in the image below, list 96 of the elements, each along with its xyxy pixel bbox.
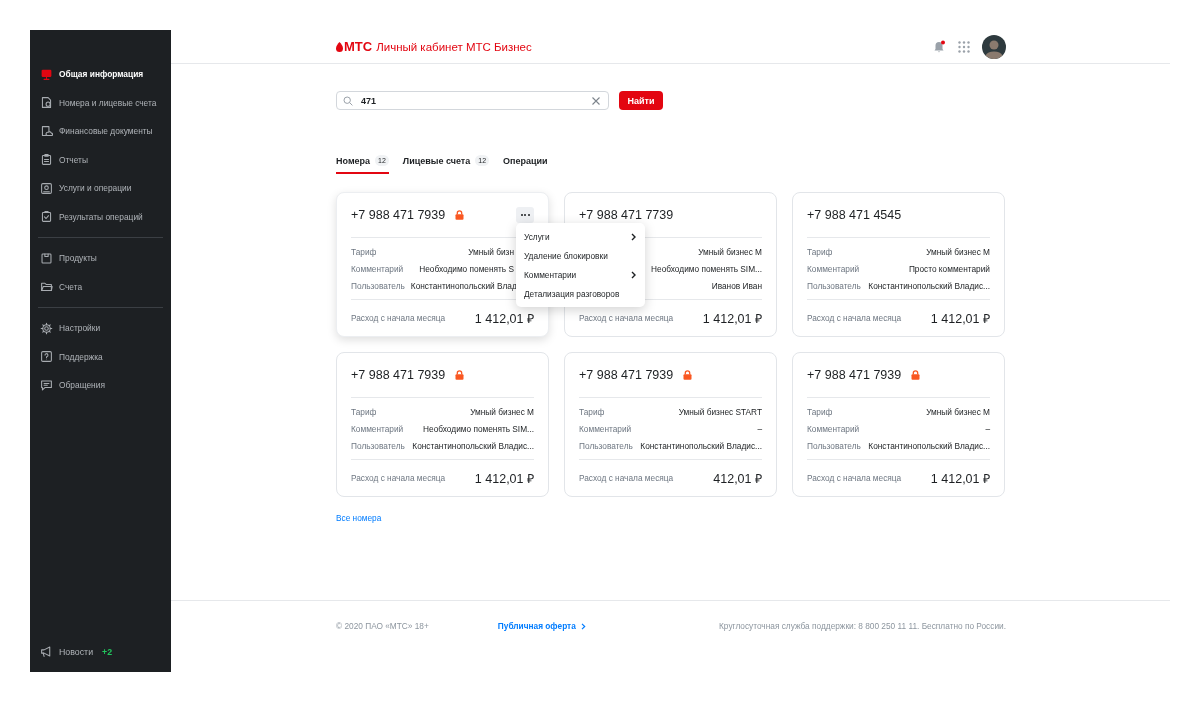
logo[interactable]: МТС (336, 39, 373, 54)
search-button[interactable]: Найти (619, 91, 663, 110)
field-value: Просто комментарий (908, 263, 990, 274)
field-value: Иванов Иван (711, 280, 762, 291)
field-label: Комментарий (579, 423, 632, 434)
number-card[interactable]: +7 988 471 4545 Тариф Умный бизнес М Комментарий Просто комментарий Пользователь Константинопольский Владис... Расход с начала месяца 1 412,01 ₽ (792, 192, 1005, 337)
phone-number: +7 988 471 7939 (351, 208, 446, 222)
expense-label: Расход с начала месяца (579, 313, 674, 323)
field-value: Константинопольский Владис... (868, 280, 990, 291)
field-label: Тариф (807, 246, 833, 257)
help-icon (40, 350, 53, 364)
field-label: Комментарий (351, 423, 404, 434)
field-label: Пользователь (807, 280, 861, 291)
sidebar-item[interactable]: Финансовые документы (30, 117, 171, 146)
field-value: Умный бизнес М (698, 246, 762, 257)
field-label: Пользователь (351, 440, 405, 451)
chat-icon (40, 378, 53, 392)
expense-amount: 1 412,01 ₽ (474, 470, 534, 487)
sidebar-item[interactable]: Результаты операций (30, 202, 171, 231)
clear-icon[interactable] (591, 95, 601, 106)
number-card[interactable]: +7 988 471 7939 Тариф Умный бизнес М Комментарий – Пользователь Константинопольский Владис... Расход с начала месяца 1 412,01 ₽ (792, 352, 1005, 497)
expense-amount: 1 412,01 ₽ (930, 470, 990, 487)
avatar[interactable] (982, 34, 1006, 59)
field-label: Пользователь (351, 280, 405, 291)
apps-grid-icon[interactable] (958, 40, 970, 53)
megaphone-icon (40, 645, 53, 658)
field-value: Умный бизн (468, 246, 514, 257)
phone-number: +7 988 471 7939 (807, 368, 902, 382)
public-offer-link[interactable]: Публичная оферта (497, 621, 586, 631)
field-label: Комментарий (807, 263, 860, 274)
number-card[interactable]: +7 988 471 7939 Тариф Умный бизнес М Комментарий Необходимо поменять SIM... Пользователь Константинопольский Владис... Расход с начала месяца 1 412,01 ₽ (336, 352, 549, 497)
phone-document-icon (40, 96, 53, 110)
phone-number: +7 988 471 7939 (351, 368, 446, 382)
expense-label: Расход с начала месяца (351, 473, 446, 483)
expense-amount: 412,01 ₽ (713, 470, 762, 487)
folder-icon (40, 280, 53, 294)
sidebar-item[interactable]: Поддержка (30, 342, 171, 371)
field-label: Комментарий (351, 263, 404, 274)
expense-label: Расход с начала месяца (579, 473, 674, 483)
sidebar-item[interactable]: Номера и лицевые счета (30, 88, 171, 117)
expense-amount: 1 412,01 ₽ (474, 310, 534, 327)
number-card[interactable]: +7 988 471 7939 Тариф Умный бизнес START Комментарий – Пользователь Константинопольский Владис... Расход с начала месяца 412,01 ₽ (564, 352, 777, 497)
monitor-icon (40, 67, 53, 81)
phone-number: +7 988 471 7939 (579, 368, 674, 382)
support-text: Круглосуточная служба поддержки: 8 800 250 11 11. Бесплатно по России. (719, 621, 1006, 631)
expense-label: Расход с начала месяца (351, 313, 446, 323)
field-value: – (757, 423, 762, 434)
chevron-right-icon (580, 622, 586, 630)
field-label: Тариф (351, 246, 377, 257)
field-value: Необходимо поменять SIM... (651, 263, 762, 274)
news-link[interactable]: Новости (59, 646, 94, 657)
phone-number: +7 988 471 4545 (807, 208, 902, 222)
checklist-icon (40, 210, 53, 224)
expense-amount: 1 412,01 ₽ (930, 310, 990, 327)
expense-label: Расход с начала месяца (807, 473, 902, 483)
site-title: Личный кабинет МТС Бизнес (376, 40, 532, 53)
field-label: Тариф (579, 406, 605, 417)
clipboard-icon (40, 153, 53, 167)
sidebar-item[interactable]: Настройки (30, 314, 171, 343)
field-label: Комментарий (807, 423, 860, 434)
field-value: Умный бизнес START (678, 406, 762, 417)
bell-icon[interactable] (933, 40, 946, 53)
field-value: Необходимо поменять SIM... (423, 423, 534, 434)
phone-number: +7 988 471 7739 (579, 208, 674, 222)
sidebar-item[interactable]: Счета (30, 272, 171, 301)
field-label: Пользователь (579, 440, 633, 451)
sidebar-item[interactable]: Услуги и операции (30, 174, 171, 203)
sidebar-item[interactable]: Обращения (30, 371, 171, 400)
field-label: Пользователь (807, 440, 861, 451)
box-icon (40, 251, 53, 265)
search-field[interactable]: 471 (336, 91, 609, 110)
field-value: Умный бизнес М (470, 406, 534, 417)
expense-amount: 1 412,01 ₽ (702, 310, 762, 327)
field-label: Тариф (807, 406, 833, 417)
field-value: Умный бизнес М (926, 246, 990, 257)
all-numbers-link[interactable]: Все номера (336, 513, 382, 523)
expense-label: Расход с начала месяца (807, 313, 902, 323)
field-value: Константинопольский Владис... (868, 440, 990, 451)
field-value: Константинопольский Владис... (640, 440, 762, 451)
field-value: Константинопольский Владис... (412, 440, 534, 451)
id-card-icon (40, 181, 53, 195)
document-icon (40, 124, 53, 138)
sidebar-item[interactable]: Продукты (30, 244, 171, 273)
news-count: +2 (102, 646, 113, 657)
settings-icon (40, 321, 53, 335)
sidebar-item[interactable]: Отчеты (30, 145, 171, 174)
more-button[interactable] (516, 207, 534, 223)
field-value: Необходимо поменять S (419, 263, 514, 274)
search-icon (343, 95, 353, 106)
field-value: Умный бизнес М (926, 406, 990, 417)
tab[interactable]: Операции (503, 147, 548, 174)
sidebar-item[interactable]: Общая информация (30, 60, 171, 89)
field-value: Константинопольский Влад (410, 280, 517, 291)
field-label: Тариф (351, 406, 377, 417)
field-value: – (985, 423, 990, 434)
copyright-text: © 2020 ПАО «МТС» 18+ (336, 621, 429, 631)
